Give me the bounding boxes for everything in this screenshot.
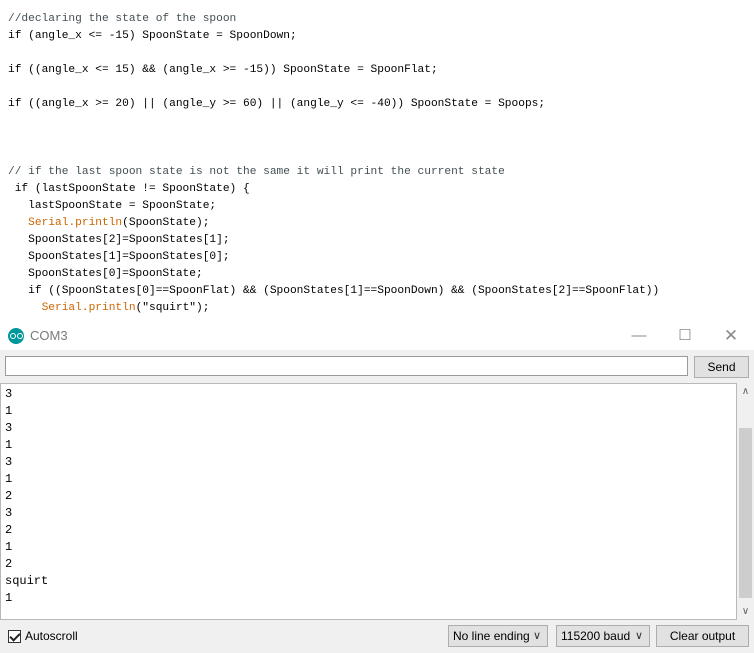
line-ending-select[interactable]: No line ending ∨ — [448, 625, 548, 647]
minimize-icon: — — [631, 327, 647, 344]
scroll-up-icon[interactable]: ∧ — [737, 383, 754, 400]
line-ending-value: No line ending — [453, 629, 530, 643]
window-title: COM3 — [30, 328, 68, 343]
output-line: squirt — [5, 574, 49, 588]
baud-rate-value: 115200 baud — [561, 629, 631, 643]
output-line: 3 — [5, 387, 13, 401]
output-line: 3 — [5, 455, 13, 469]
code-line: if ((SpoonStates[0]==SpoonFlat) && (Spoo… — [8, 285, 660, 297]
close-button[interactable]: ✕ — [708, 322, 754, 350]
code-editor[interactable]: //declaring the state of the spoon if (a… — [0, 0, 754, 322]
chevron-down-icon: ∨ — [532, 630, 541, 642]
code-line: SpoonStates[0]=SpoonState; — [8, 268, 203, 280]
chevron-down-icon: ∨ — [634, 630, 643, 642]
output-line: 1 — [5, 438, 13, 452]
send-button[interactable]: Send — [694, 356, 749, 378]
keyword: Serial.println — [28, 217, 123, 229]
code-line: lastSpoonState = SpoonState; — [8, 200, 217, 212]
output-line: 2 — [5, 523, 13, 537]
serial-input[interactable] — [5, 356, 688, 376]
autoscroll-label: Autoscroll — [25, 629, 78, 643]
code-line: if ((angle_x >= 20) || (angle_y >= 60) |… — [8, 98, 546, 110]
output-line: 3 — [5, 421, 13, 435]
code-line: if (lastSpoonState != SpoonState) { — [8, 183, 250, 195]
vertical-scrollbar[interactable]: ∧ ∨ — [737, 383, 754, 620]
output-line: 1 — [5, 404, 13, 418]
code-line: SpoonStates[1]=SpoonStates[0]; — [8, 251, 230, 263]
maximize-icon: ☐ — [678, 327, 692, 344]
arduino-icon — [8, 328, 24, 344]
autoscroll-checkbox[interactable] — [8, 630, 21, 643]
keyword: Serial.println — [41, 302, 136, 314]
close-icon: ✕ — [723, 326, 739, 345]
output-line: 3 — [5, 506, 13, 520]
scroll-down-icon[interactable]: ∨ — [737, 603, 754, 620]
minimize-button[interactable]: — — [616, 322, 662, 350]
output-line: 1 — [5, 472, 13, 486]
output-line: 1 — [5, 591, 13, 605]
baud-rate-select[interactable]: 115200 baud ∨ — [556, 625, 650, 647]
code-line: if (angle_x <= -15) SpoonState = SpoonDo… — [8, 30, 297, 42]
code-line: // if the last spoon state is not the sa… — [8, 166, 505, 178]
code-line: //declaring the state of the spoon — [8, 13, 237, 25]
serial-monitor-window: COM3 — ☐ ✕ Send 3 1 3 1 3 1 2 3 2 1 2 squirt 1 ∧ ∨ A… — [0, 322, 754, 653]
code-line: SpoonStates[2]=SpoonStates[1]; — [8, 234, 230, 246]
code-line: if ((angle_x <= 15) && (angle_x >= -15))… — [8, 64, 438, 76]
title-bar[interactable]: COM3 — ☐ ✕ — [0, 322, 754, 350]
output-line: 2 — [5, 489, 13, 503]
code-line: Serial.println("squirt"); — [41, 302, 210, 314]
code-line: Serial.println(SpoonState); — [28, 217, 210, 229]
scroll-thumb[interactable] — [739, 428, 752, 598]
clear-output-button[interactable]: Clear output — [656, 625, 749, 647]
maximize-button[interactable]: ☐ — [662, 322, 708, 350]
output-line: 1 — [5, 540, 13, 554]
serial-output[interactable]: 3 1 3 1 3 1 2 3 2 1 2 squirt 1 — [0, 383, 737, 620]
output-line: 2 — [5, 557, 13, 571]
